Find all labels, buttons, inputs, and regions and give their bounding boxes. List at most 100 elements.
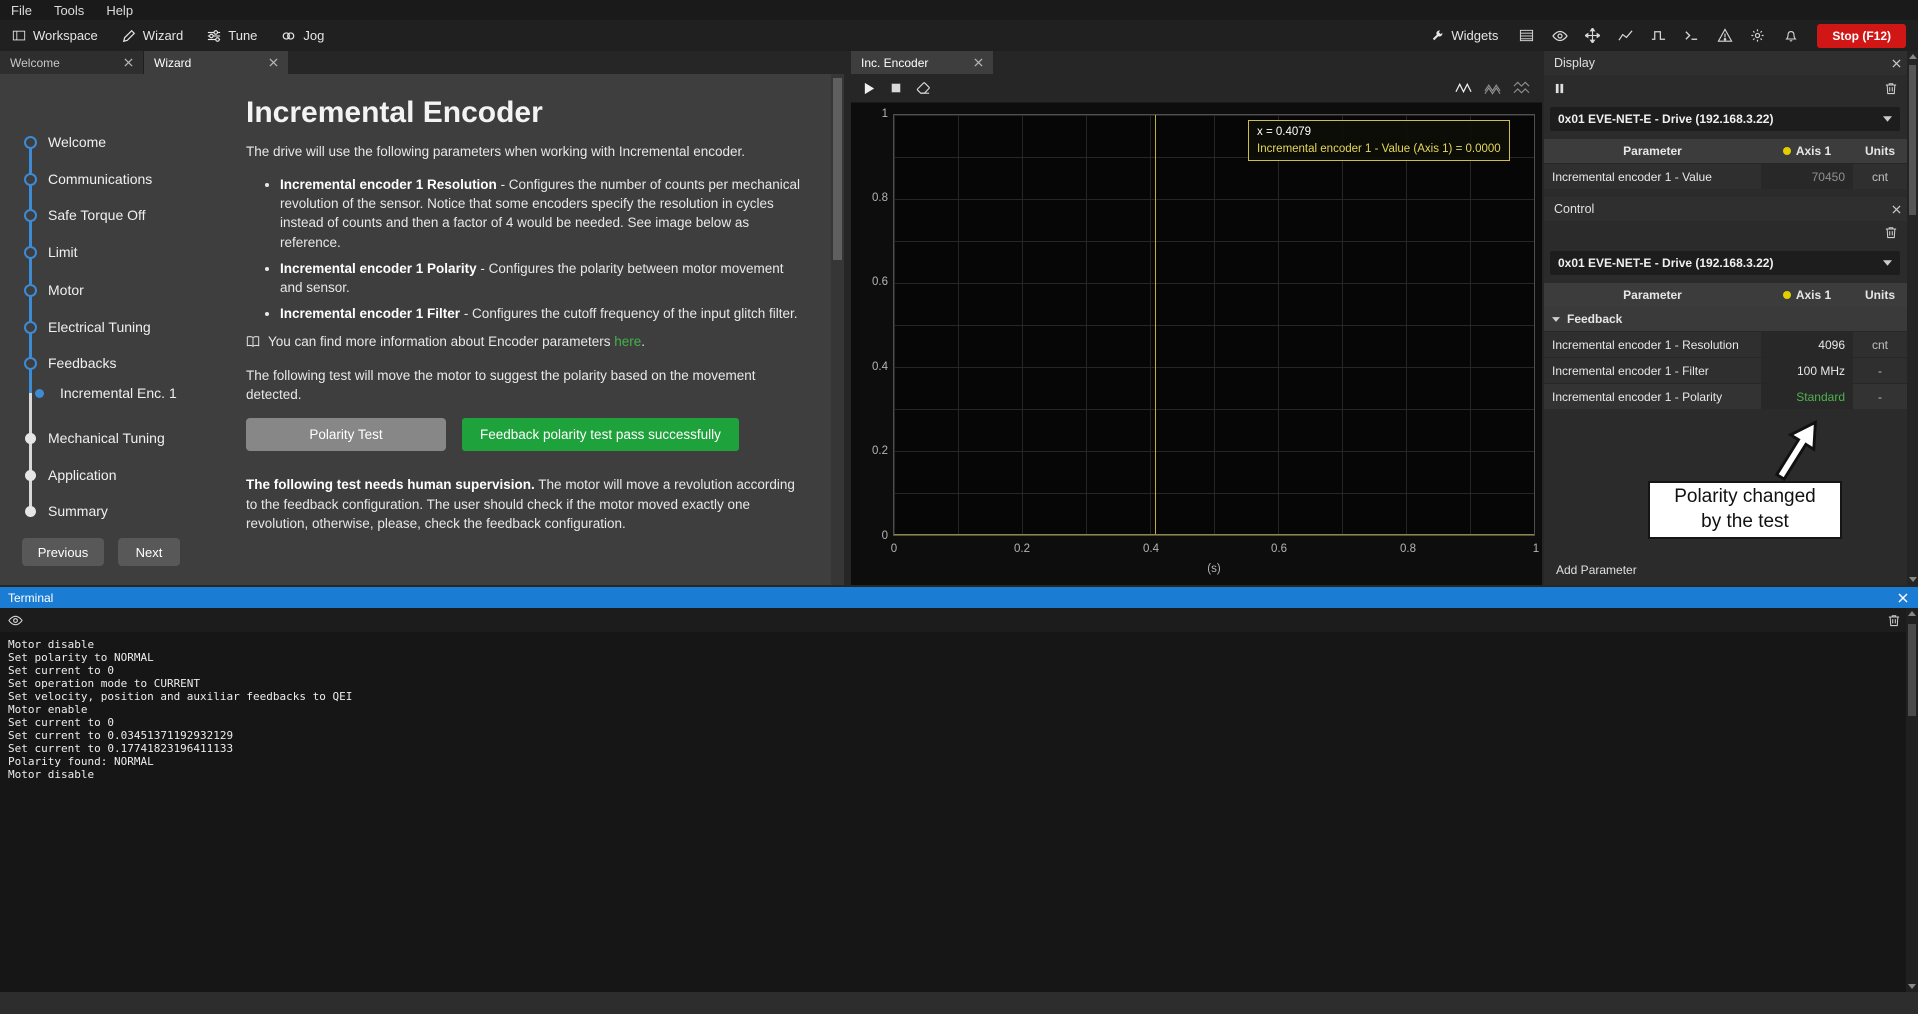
watch-table-icon[interactable]	[1510, 20, 1543, 51]
eye-icon[interactable]	[1543, 20, 1576, 51]
menu-help[interactable]: Help	[95, 3, 144, 18]
bullet-desc: - Configures the cutoff frequency of the…	[460, 306, 797, 321]
feedback-group-row[interactable]: Feedback	[1544, 307, 1907, 331]
bell-icon[interactable]	[1774, 20, 1807, 51]
display-device-select[interactable]: 0x01 EVE-NET-E - Drive (192.168.3.22)	[1550, 107, 1900, 131]
scope-toolbar	[851, 74, 1542, 103]
wizard-step-mechanical-tuning[interactable]: Mechanical Tuning	[0, 425, 244, 451]
tune-button[interactable]: Tune	[195, 20, 269, 51]
here-link[interactable]: here	[614, 334, 641, 349]
add-parameter-button[interactable]: Add Parameter	[1556, 563, 1637, 577]
scroll-up-arrow[interactable]	[1909, 54, 1917, 59]
widgets-button[interactable]: Widgets	[1419, 20, 1510, 51]
wizard-step-summary[interactable]: Summary	[0, 498, 244, 524]
close-icon[interactable]	[269, 58, 278, 67]
x-tick-label: 0.6	[1264, 543, 1294, 555]
step-dot	[25, 506, 36, 517]
move-icon[interactable]	[1576, 20, 1609, 51]
chart-trace-line	[894, 534, 1534, 535]
scope-plot[interactable]: x = 0.4079 Incremental encoder 1 - Value…	[893, 114, 1535, 536]
terminal-line: Set polarity to NORMAL	[8, 651, 1906, 664]
scrollbar-thumb[interactable]	[1909, 65, 1916, 215]
terminal-icon[interactable]	[1675, 20, 1708, 51]
close-icon[interactable]	[974, 58, 983, 67]
menu-file[interactable]: File	[0, 3, 43, 18]
wizard-step-incremental-enc-1[interactable]: Incremental Enc. 1	[0, 380, 244, 406]
supervision-text: The following test needs human supervisi…	[246, 475, 801, 532]
table-row-filter[interactable]: Incremental encoder 1 - Filter 100 MHz -	[1544, 357, 1907, 383]
menu-tools[interactable]: Tools	[43, 3, 95, 18]
table-row-resolution[interactable]: Incremental encoder 1 - Resolution 4096 …	[1544, 331, 1907, 357]
stop-button[interactable]: Stop (F12)	[1817, 24, 1906, 48]
wizard-step-application[interactable]: Application	[0, 462, 244, 488]
wizard-button[interactable]: Wizard	[110, 20, 195, 51]
terminal-output[interactable]: Motor disable Set polarity to NORMAL Set…	[0, 632, 1906, 992]
jog-button[interactable]: Jog	[269, 20, 336, 51]
close-icon[interactable]	[1892, 205, 1907, 214]
device-name: 0x01 EVE-NET-E - Drive (192.168.3.22)	[1558, 256, 1773, 270]
tab-welcome[interactable]: Welcome	[0, 51, 144, 74]
annotation-line2: by the test	[1701, 510, 1789, 535]
x-tick-label: 0.8	[1393, 543, 1423, 555]
close-icon[interactable]	[1892, 59, 1907, 68]
scroll-down-arrow[interactable]	[1909, 577, 1917, 582]
play-icon[interactable]	[863, 82, 876, 95]
wizard-step-motor[interactable]: Motor	[0, 277, 244, 303]
warning-icon[interactable]	[1708, 20, 1741, 51]
clear-eraser-icon[interactable]	[916, 81, 931, 96]
display-section-header: Display	[1544, 51, 1907, 75]
next-button[interactable]: Next	[118, 538, 180, 566]
table-row-encoder-value[interactable]: Incremental encoder 1 - Value 70450 cnt	[1544, 163, 1907, 189]
wizard-step-feedbacks[interactable]: Feedbacks	[0, 350, 244, 376]
wizard-scrollbar[interactable]	[831, 74, 844, 585]
terminal-scrollbar[interactable]	[1906, 608, 1918, 992]
chart-tooltip: x = 0.4079 Incremental encoder 1 - Value…	[1248, 120, 1510, 161]
info-note: You can find more information about Enco…	[246, 333, 801, 352]
previous-button[interactable]: Previous	[22, 538, 104, 566]
step-dot	[24, 173, 37, 186]
gear-icon[interactable]	[1741, 20, 1774, 51]
table-row-polarity[interactable]: Incremental encoder 1 - Polarity Standar…	[1544, 383, 1907, 409]
trash-icon[interactable]	[1885, 225, 1897, 239]
close-icon[interactable]	[1898, 593, 1918, 603]
scope-chart-icon[interactable]	[1609, 20, 1642, 51]
multi-signal-view-icon[interactable]	[1484, 81, 1501, 95]
stop-icon[interactable]	[890, 82, 902, 94]
wizard-step-communications[interactable]: Communications	[0, 166, 244, 192]
document-tabstrip: Welcome Wizard	[0, 51, 288, 74]
scope-tabstrip: Inc. Encoder	[851, 51, 993, 74]
jog-label: Jog	[303, 28, 324, 43]
split-signal-view-icon[interactable]	[1513, 81, 1530, 95]
pause-icon[interactable]	[1554, 83, 1565, 94]
page-title: Incremental Encoder	[246, 96, 801, 130]
polarity-test-button[interactable]: Polarity Test	[246, 418, 446, 451]
signal-view-icon[interactable]	[1455, 81, 1472, 95]
workspace-label: Workspace	[33, 28, 98, 43]
scrollbar-thumb[interactable]	[833, 78, 842, 260]
scroll-down-arrow[interactable]	[1908, 984, 1916, 989]
tab-wizard[interactable]: Wizard	[144, 51, 288, 74]
param-units: cnt	[1853, 170, 1907, 184]
annotation-line1: Polarity changed	[1674, 485, 1816, 510]
param-value: Standard	[1761, 384, 1853, 409]
workspace-button[interactable]: Workspace	[0, 20, 110, 51]
step-response-icon[interactable]	[1642, 20, 1675, 51]
wizard-step-safe-torque-off[interactable]: Safe Torque Off	[0, 202, 244, 228]
scrollbar-thumb[interactable]	[1908, 624, 1916, 716]
wizard-step-electrical-tuning[interactable]: Electrical Tuning	[0, 314, 244, 340]
scroll-up-arrow[interactable]	[1908, 611, 1916, 616]
x-axis-label: (s)	[894, 563, 1534, 575]
step-label: Limit	[48, 244, 78, 260]
wizard-step-welcome[interactable]: Welcome	[0, 129, 244, 155]
terminal-header: Terminal	[0, 587, 1918, 608]
trash-icon[interactable]	[1885, 81, 1897, 95]
tab-inc-encoder[interactable]: Inc. Encoder	[851, 51, 993, 74]
param-name: Incremental encoder 1 - Resolution	[1544, 338, 1761, 352]
control-device-select[interactable]: 0x01 EVE-NET-E - Drive (192.168.3.22)	[1550, 251, 1900, 275]
display-panel-scrollbar[interactable]	[1907, 51, 1918, 585]
step-label: Welcome	[48, 134, 106, 150]
eye-icon[interactable]	[0, 613, 23, 628]
wizard-step-limit[interactable]: Limit	[0, 239, 244, 265]
close-icon[interactable]	[124, 58, 133, 67]
tab-inc-encoder-label: Inc. Encoder	[861, 56, 928, 70]
